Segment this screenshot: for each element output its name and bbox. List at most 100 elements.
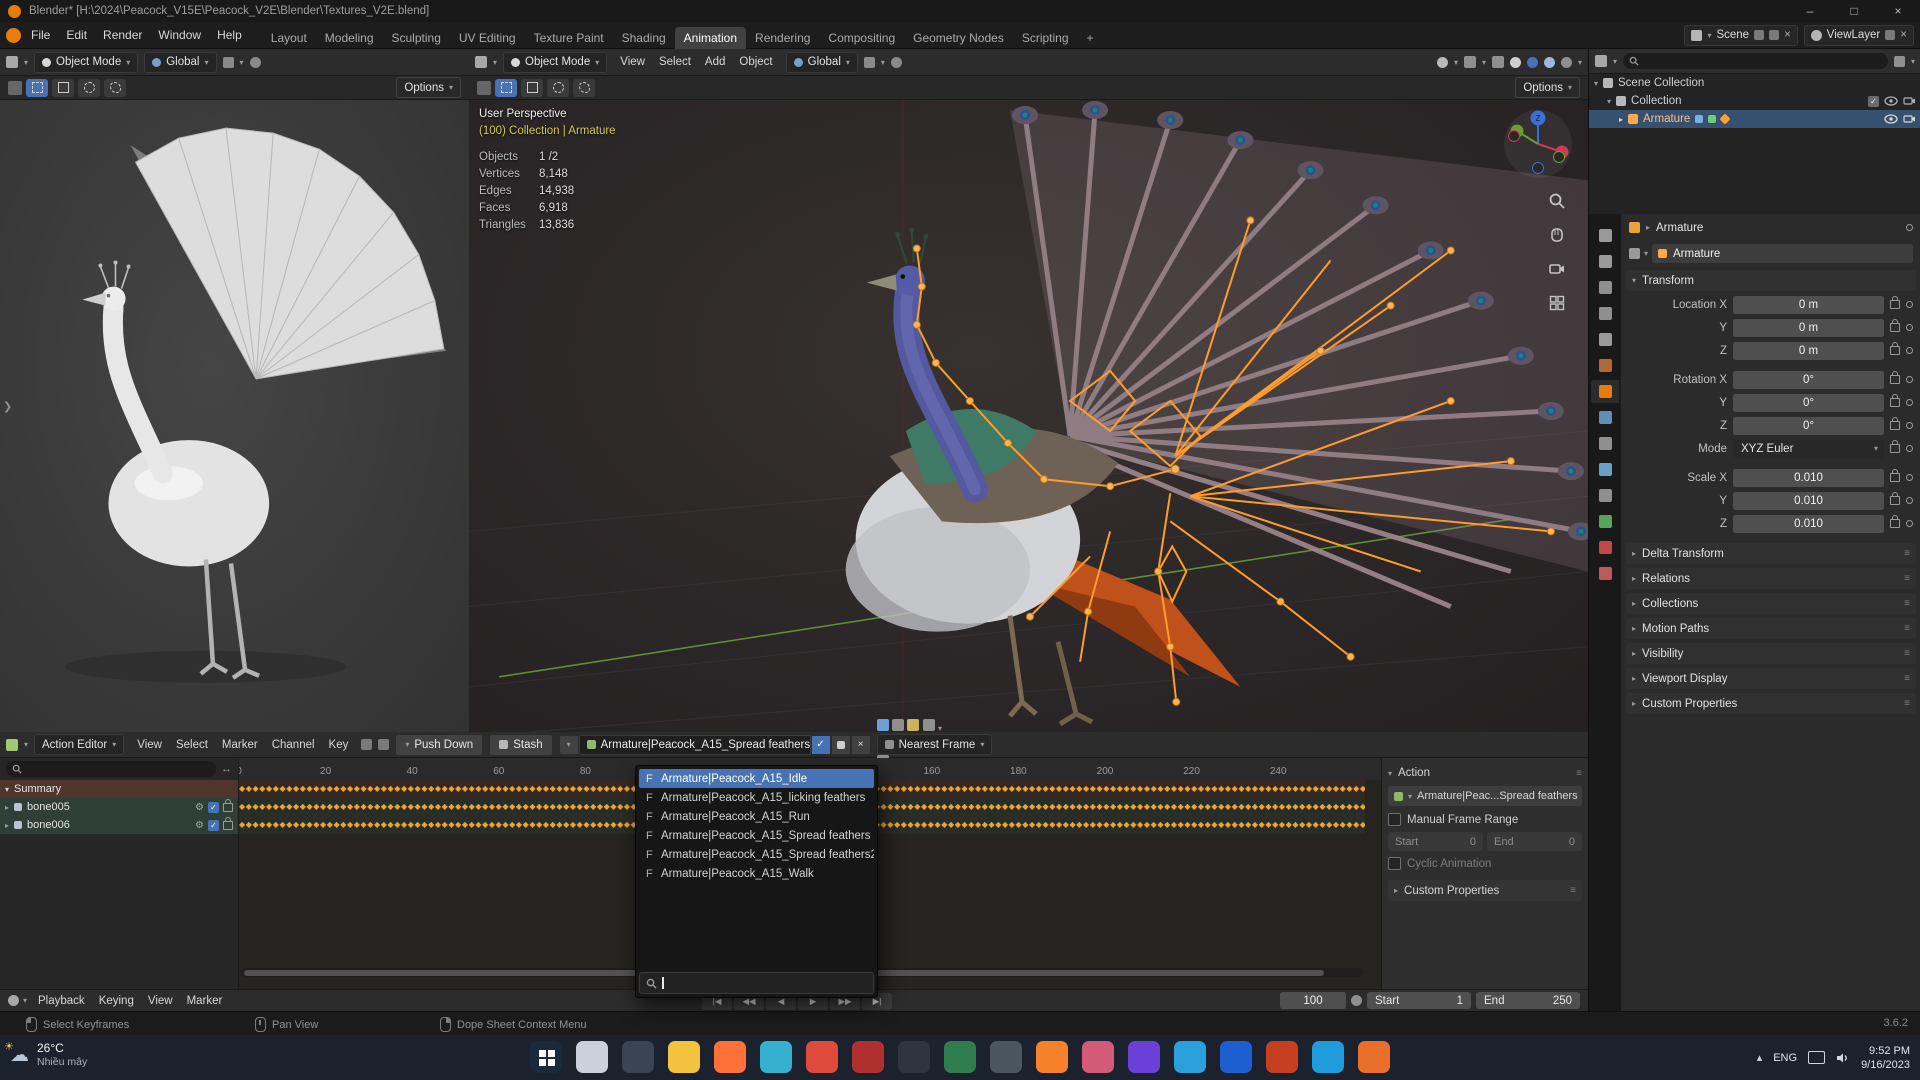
shading-wireframe-icon[interactable] bbox=[1509, 56, 1521, 68]
shading-material-icon[interactable] bbox=[1543, 56, 1555, 68]
new-action-button[interactable] bbox=[830, 734, 851, 755]
object-name-field[interactable]: Armature bbox=[1652, 244, 1913, 263]
orientation-dropdown[interactable]: Global ▾ bbox=[144, 51, 217, 73]
channel-search-input[interactable] bbox=[6, 761, 216, 777]
value-field[interactable]: 0 m bbox=[1733, 295, 1884, 314]
panel-delta-transform[interactable]: ▸ Delta Transform ≡ bbox=[1626, 543, 1916, 564]
data-icon[interactable] bbox=[1591, 510, 1619, 533]
tool-icon[interactable] bbox=[477, 80, 491, 95]
firefox-icon[interactable] bbox=[714, 1041, 746, 1073]
action-panel-header[interactable]: ▾ Action ≡ bbox=[1388, 763, 1582, 783]
select-box-tool[interactable] bbox=[495, 78, 517, 97]
action-option[interactable]: F Armature|Peacock_A15_licking feathers bbox=[639, 788, 874, 807]
file-explorer-icon[interactable] bbox=[668, 1041, 700, 1073]
camera-view-icon[interactable] bbox=[1548, 260, 1566, 278]
new-scene-icon[interactable] bbox=[1769, 30, 1780, 40]
filter-icon[interactable] bbox=[1893, 55, 1905, 67]
action-option[interactable]: F Armature|Peacock_A15_Run bbox=[639, 807, 874, 826]
channel-enable-checkbox[interactable]: ✓ bbox=[208, 801, 219, 813]
workspace-tab-compositing[interactable]: Compositing bbox=[819, 27, 904, 49]
animate-dot-icon[interactable] bbox=[1906, 399, 1913, 406]
dope-sheet-menu-select[interactable]: Select bbox=[169, 737, 215, 753]
expand-channels-icon[interactable]: ↔ bbox=[221, 763, 232, 775]
mode-dropdown[interactable]: Object Mode ▾ bbox=[503, 51, 608, 73]
menu-window[interactable]: Window bbox=[150, 26, 209, 44]
remove-layer-icon[interactable]: × bbox=[1900, 29, 1907, 41]
workspace-tab-animation[interactable]: Animation bbox=[674, 26, 747, 49]
current-frame-field[interactable]: 100 bbox=[1280, 992, 1346, 1009]
frame-end-field[interactable]: End 250 bbox=[1476, 992, 1580, 1009]
animate-dot-icon[interactable] bbox=[1906, 324, 1913, 331]
action-name-field[interactable]: Armature|Peacock_A15_Spread feathers bbox=[578, 734, 811, 755]
lock-icon[interactable] bbox=[1890, 342, 1900, 355]
editor-type-icon[interactable] bbox=[6, 56, 18, 68]
pin-id-icon[interactable] bbox=[1906, 224, 1913, 231]
outliner-row-scene-collection[interactable]: ▾ Scene Collection bbox=[1589, 74, 1920, 92]
warning-icon[interactable] bbox=[907, 719, 920, 731]
dope-sheet-menu-marker[interactable]: Marker bbox=[215, 737, 265, 753]
app-red-icon[interactable] bbox=[852, 1041, 884, 1073]
manual-frame-range-checkbox[interactable] bbox=[1388, 813, 1401, 826]
lock-icon[interactable] bbox=[223, 816, 233, 830]
push-down-button[interactable]: ▾ Push Down bbox=[395, 733, 484, 756]
xray-toggle-icon[interactable] bbox=[1491, 56, 1504, 68]
dope-sheet-menu-view[interactable]: View bbox=[130, 737, 169, 753]
workspace-tab-sculpting[interactable]: Sculpting bbox=[383, 27, 450, 49]
app-orange-icon[interactable] bbox=[1358, 1041, 1390, 1073]
word-icon[interactable] bbox=[1220, 1041, 1252, 1073]
material-icon[interactable] bbox=[1591, 536, 1619, 559]
fake-user-button[interactable]: ✓ bbox=[810, 734, 831, 755]
select-circle-tool[interactable] bbox=[78, 78, 100, 97]
panel-visibility[interactable]: ▸ Visibility ≡ bbox=[1626, 643, 1916, 664]
menu-render[interactable]: Render bbox=[95, 26, 150, 44]
panel-relations[interactable]: ▸ Relations ≡ bbox=[1626, 568, 1916, 589]
proportional-edit-icon[interactable] bbox=[890, 56, 902, 68]
menu-help[interactable]: Help bbox=[209, 26, 250, 44]
telegram-icon[interactable] bbox=[1174, 1041, 1206, 1073]
frame-start-field[interactable]: Start 1 bbox=[1367, 992, 1471, 1009]
animate-dot-icon[interactable] bbox=[1906, 301, 1913, 308]
value-field[interactable]: 0° bbox=[1733, 393, 1884, 412]
toggle-grid-icon[interactable] bbox=[1548, 294, 1566, 312]
tray-overflow-icon[interactable]: ▴ bbox=[1757, 1051, 1763, 1064]
zoom-icon[interactable] bbox=[1548, 192, 1566, 210]
panel-viewport-display[interactable]: ▸ Viewport Display ≡ bbox=[1626, 668, 1916, 689]
disclosure-icon[interactable]: ▸ bbox=[1619, 115, 1623, 124]
shading-rendered-icon[interactable] bbox=[1560, 56, 1572, 68]
panel-motion-paths[interactable]: ▸ Motion Paths ≡ bbox=[1626, 618, 1916, 639]
animate-dot-icon[interactable] bbox=[1906, 422, 1913, 429]
value-field[interactable]: 0.010 bbox=[1733, 491, 1884, 510]
pin-icon[interactable] bbox=[1754, 30, 1765, 40]
mode-dropdown[interactable]: XYZ Euler ▾ bbox=[1733, 439, 1884, 458]
object-icon[interactable] bbox=[1591, 380, 1619, 403]
options-dropdown[interactable]: Options ▾ bbox=[396, 77, 461, 98]
chrome-icon[interactable] bbox=[806, 1041, 838, 1073]
powerpoint-icon[interactable] bbox=[1266, 1041, 1298, 1073]
workspace-tab-texture-paint[interactable]: Texture Paint bbox=[525, 27, 613, 49]
dope-sheet-menu-channel[interactable]: Channel bbox=[265, 737, 322, 753]
disclosure-icon[interactable]: ▾ bbox=[1594, 79, 1598, 88]
select-lasso-tool[interactable] bbox=[104, 78, 126, 97]
photoshop-icon[interactable] bbox=[1128, 1041, 1160, 1073]
browse-action-button[interactable]: ▾ bbox=[558, 734, 579, 755]
taskbar-weather-widget[interactable]: ☁ ☀ 26°C Nhiều mây bbox=[4, 1041, 87, 1069]
language-indicator[interactable]: ENG bbox=[1773, 1052, 1797, 1064]
action-option[interactable]: F Armature|Peacock_A15_Spread feathers bbox=[639, 826, 874, 845]
custom-properties-panel-header[interactable]: ▸ Custom Properties ≡ bbox=[1388, 880, 1582, 901]
menu-file[interactable]: File bbox=[23, 26, 58, 44]
workspace-tab-shading[interactable]: Shading bbox=[613, 27, 675, 49]
scene-icon[interactable] bbox=[1591, 328, 1619, 351]
channel-bone006[interactable]: ▸ bone006 ⚙ ✓ bbox=[0, 816, 238, 834]
dope-sheet-menu-key[interactable]: Key bbox=[322, 737, 356, 753]
editor-type-icon[interactable] bbox=[8, 995, 19, 1006]
action-start-field[interactable]: Start 0 bbox=[1388, 832, 1483, 851]
panel-custom-properties[interactable]: ▸ Custom Properties ≡ bbox=[1626, 693, 1916, 714]
value-field[interactable]: 0 m bbox=[1733, 318, 1884, 337]
editor-type-icon[interactable] bbox=[6, 738, 18, 751]
workspace-tab-geometry-nodes[interactable]: Geometry Nodes bbox=[904, 27, 1013, 49]
lock-icon[interactable] bbox=[1890, 492, 1900, 505]
editor-type-icon[interactable] bbox=[475, 56, 487, 68]
sidebar-action-field[interactable]: ▾ Armature|Peac...Spread feathers bbox=[1388, 786, 1582, 806]
keyboard-icon[interactable] bbox=[1808, 1051, 1826, 1064]
close-button[interactable]: × bbox=[1876, 0, 1920, 22]
